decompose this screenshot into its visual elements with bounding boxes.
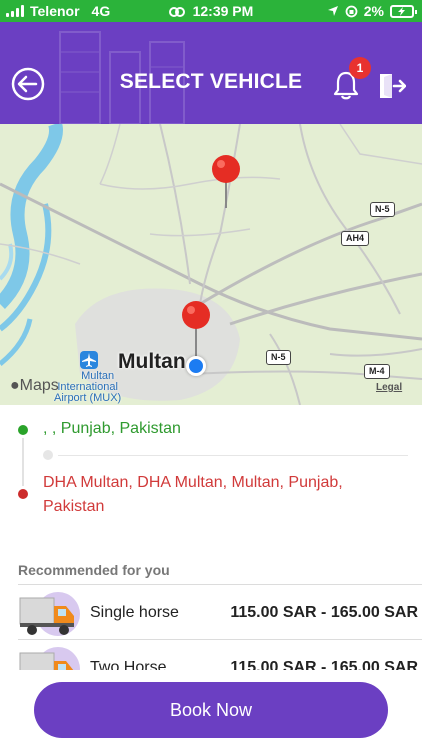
airport-icon	[80, 351, 98, 369]
apple-icon: ●	[10, 377, 20, 394]
app-header: SELECT VEHICLE 1	[0, 22, 422, 124]
vehicle-name: Single horse	[90, 604, 179, 621]
vehicle-price: 115.00 SAR - 165.00 SAR	[230, 604, 418, 621]
road-label: M-4	[364, 364, 390, 379]
status-bar: Telenor 4G 12:39 PM 2%	[0, 0, 422, 22]
location-arrow-icon	[327, 6, 338, 16]
road-label: N-5	[266, 350, 291, 365]
divider	[18, 639, 422, 640]
clock-text: 12:39 PM	[192, 3, 254, 19]
book-now-button[interactable]: Book Now	[34, 682, 388, 738]
route-summary: , , Punjab, Pakistan DHA Multan, DHA Mul…	[0, 405, 422, 555]
route-map[interactable]: N-5 AH4 N-5 M-4 Multan Multan Internatio…	[0, 124, 422, 405]
dropoff-address[interactable]: DHA Multan, DHA Multan, Multan, Punjab, …	[43, 471, 343, 519]
city-label: Multan	[118, 350, 186, 373]
battery-icon	[390, 4, 417, 18]
link-icon	[168, 7, 185, 17]
road-label: AH4	[341, 231, 370, 246]
section-title: Recommended for you	[18, 562, 170, 578]
vehicle-option[interactable]: Single horse 115.00 SAR - 165.00 SAR	[0, 586, 422, 642]
battery-percent: 2%	[363, 3, 384, 19]
logout-icon[interactable]	[376, 71, 406, 101]
divider	[18, 584, 422, 585]
bottom-bar: Book Now	[0, 670, 422, 750]
pickup-dot-icon	[18, 425, 28, 435]
truck-icon	[19, 592, 80, 636]
divider	[58, 455, 408, 456]
road-label: N-5	[370, 202, 395, 217]
airport-label-line: Airport (MUX)	[54, 392, 122, 404]
dropoff-dot-icon	[18, 489, 28, 499]
dropoff-pin-icon[interactable]	[210, 154, 242, 210]
pickup-address[interactable]: , , Punjab, Pakistan	[43, 420, 181, 438]
current-location-dot	[186, 356, 206, 376]
status-right: 2%	[327, 3, 417, 19]
stop-dot-icon	[43, 450, 53, 460]
route-connector	[22, 438, 24, 486]
maps-logo-text: Maps	[19, 377, 59, 394]
orientation-lock-icon	[345, 5, 358, 17]
legal-link[interactable]: Legal	[376, 382, 402, 393]
maps-logo: ●Maps	[10, 377, 59, 395]
notification-badge: 1	[349, 57, 371, 79]
airport-label: Multan International Airport (MUX)	[54, 371, 121, 404]
